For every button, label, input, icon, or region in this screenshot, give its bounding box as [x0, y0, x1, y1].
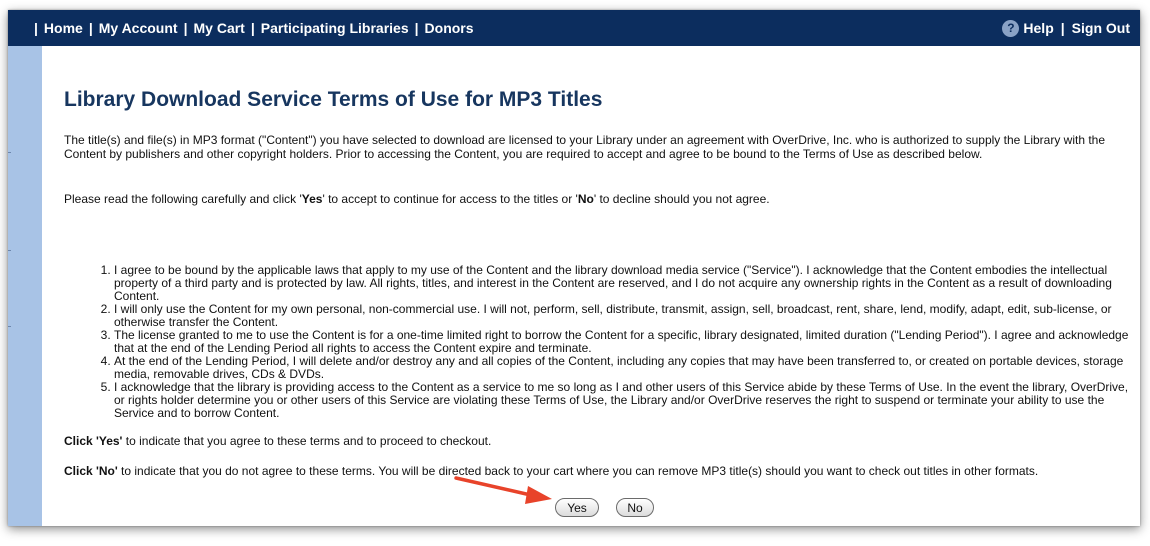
instruction-text: ' to accept to continue for access to th… — [322, 192, 578, 206]
nav-account-links: ? Help | Sign Out — [1002, 10, 1130, 46]
sidebar-tick — [8, 250, 11, 251]
help-icon[interactable]: ? — [1002, 19, 1020, 37]
page-title: Library Download Service Terms of Use fo… — [64, 88, 603, 111]
nav-separator: | — [414, 20, 419, 36]
nav-link-donors[interactable]: Donors — [425, 20, 474, 36]
nav-separator: | — [183, 20, 188, 36]
yes-note: Click 'Yes' to indicate that you agree t… — [64, 434, 1136, 448]
instruction-no: No — [577, 192, 594, 206]
sidebar-tick — [8, 326, 11, 327]
nav-links: | Home | My Account | My Cart | Particip… — [34, 10, 474, 46]
nav-separator: | — [34, 20, 38, 36]
yes-note-bold: Click 'Yes' — [64, 434, 123, 448]
nav-separator: | — [250, 20, 255, 36]
no-note-bold: Click 'No' — [64, 464, 118, 478]
no-note-text: to indicate that you do not agree to the… — [117, 464, 1039, 478]
yes-note-text: to indicate that you agree to these term… — [122, 434, 492, 448]
nav-link-my-account[interactable]: My Account — [99, 20, 178, 36]
instruction-yes: Yes — [301, 192, 323, 206]
nav-link-help[interactable]: Help — [1023, 20, 1053, 36]
nav-link-home[interactable]: Home — [44, 20, 83, 36]
nav-link-my-cart[interactable]: My Cart — [194, 20, 245, 36]
term-item: I acknowledge that the library is provid… — [114, 381, 1136, 420]
instruction-text: Please read the following carefully and … — [64, 192, 302, 206]
yes-button[interactable]: Yes — [555, 498, 599, 517]
nav-link-participating-libraries[interactable]: Participating Libraries — [261, 20, 409, 36]
instruction-paragraph: Please read the following carefully and … — [64, 192, 1136, 206]
term-item: I will only use the Content for my own p… — [114, 303, 1136, 329]
instruction-text: ' to decline should you not agree. — [593, 192, 770, 206]
left-sidebar-strip — [8, 46, 42, 526]
main-content: Library Download Service Terms of Use fo… — [42, 46, 1140, 526]
terms-list: I agree to be bound by the applicable la… — [64, 264, 1136, 420]
top-navigation-bar: | Home | My Account | My Cart | Particip… — [8, 10, 1140, 46]
nav-link-sign-out[interactable]: Sign Out — [1072, 20, 1130, 36]
term-item: I agree to be bound by the applicable la… — [114, 264, 1136, 303]
nav-separator: | — [88, 20, 93, 36]
no-button[interactable]: No — [616, 498, 654, 517]
no-note: Click 'No' to indicate that you do not a… — [64, 464, 1136, 478]
intro-paragraph: The title(s) and file(s) in MP3 format (… — [64, 133, 1106, 161]
term-item: The license granted to me to use the Con… — [114, 329, 1136, 355]
nav-separator: | — [1060, 20, 1065, 36]
term-item: At the end of the Lending Period, I will… — [114, 355, 1136, 381]
app-window: | Home | My Account | My Cart | Particip… — [8, 10, 1140, 526]
sidebar-tick — [8, 152, 11, 153]
